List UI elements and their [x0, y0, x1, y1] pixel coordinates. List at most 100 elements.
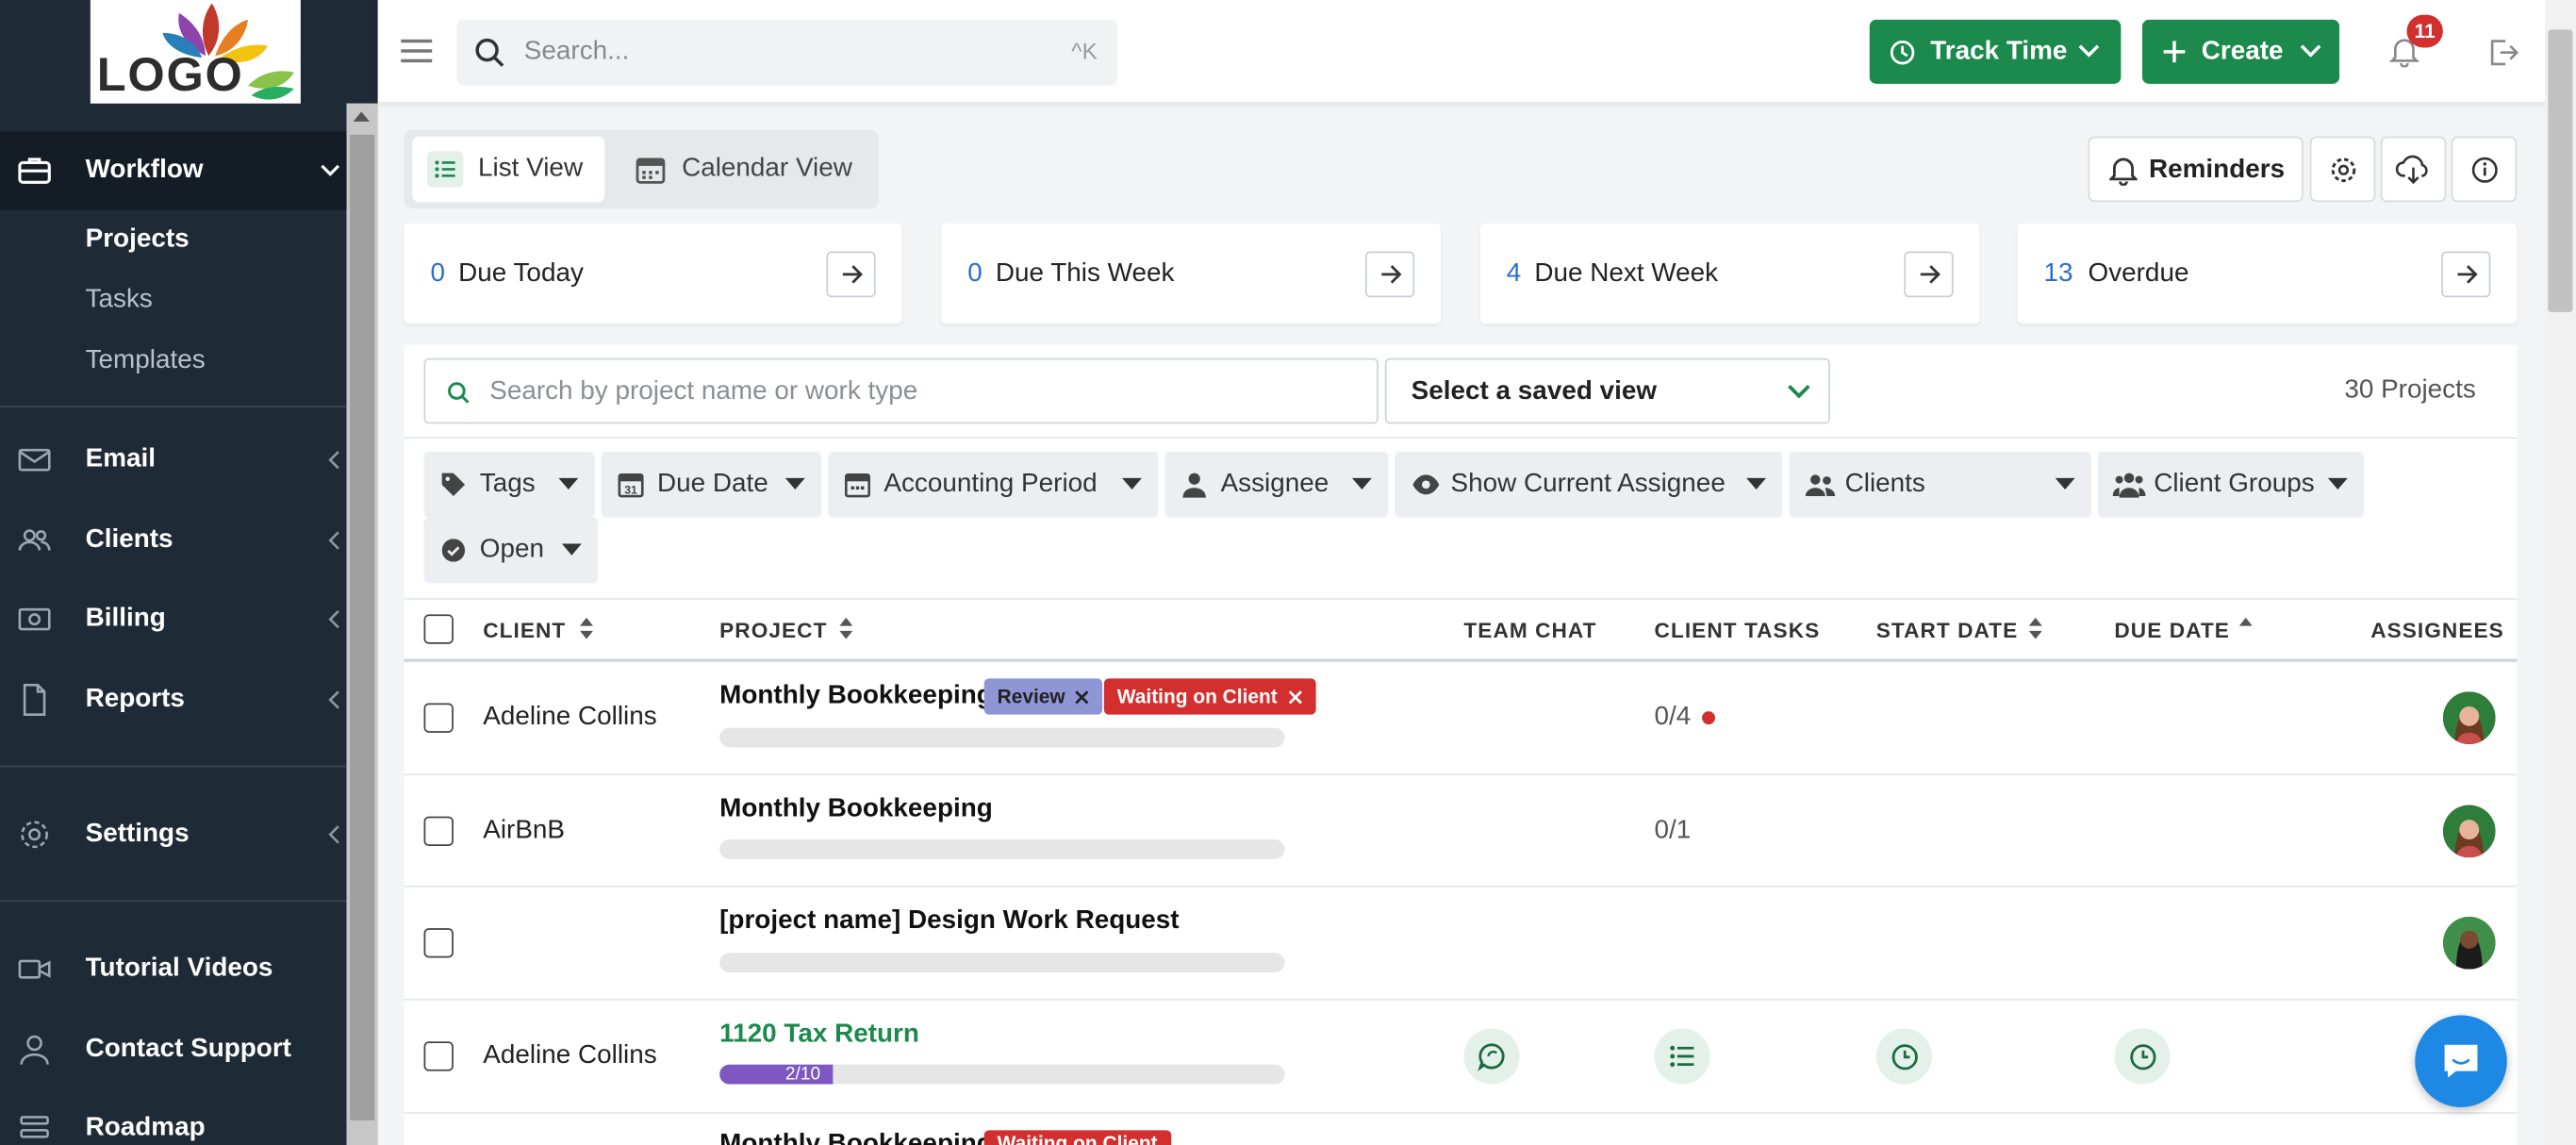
due-today-card[interactable]: 0 Due Today [404, 223, 902, 324]
saved-view-select[interactable]: Select a saved view [1384, 357, 1830, 424]
create-button[interactable]: Create [2142, 19, 2340, 84]
arrow-right-icon[interactable] [826, 251, 876, 298]
column-header-start-date[interactable]: START DATE [1876, 618, 2019, 642]
tag-icon [440, 472, 467, 498]
chevron-down-icon [2300, 44, 2321, 59]
clock-icon [1891, 1042, 1919, 1070]
column-header-project[interactable]: PROJECT [719, 618, 827, 642]
client-tasks-count[interactable]: 0/4 [1655, 703, 1692, 732]
sidebar-item-contact-support[interactable]: Contact Support [0, 1010, 347, 1089]
row-checkbox[interactable] [423, 816, 454, 847]
team-chat-button[interactable] [1463, 1028, 1520, 1085]
list-icon [1669, 1045, 1695, 1068]
assignee-filter[interactable]: Assignee [1164, 451, 1389, 518]
sidebar-item-clients[interactable]: Clients [0, 501, 347, 580]
calendar-view-label: Calendar View [682, 154, 852, 183]
sidebar-item-label: Tutorial Videos [85, 954, 273, 983]
accounting-period-filter[interactable]: Accounting Period [828, 451, 1159, 518]
avatar[interactable] [2442, 691, 2496, 745]
tag-waiting-on-client: Waiting on Client [983, 1130, 1171, 1145]
arrow-right-icon[interactable] [1364, 251, 1415, 298]
caret-down-icon [2055, 477, 2075, 490]
sidebar-item-workflow[interactable]: Workflow [0, 131, 347, 210]
row-project-name[interactable]: 1120 Tax Return [719, 1021, 919, 1050]
sidebar-item-reports[interactable]: Reports [0, 660, 347, 739]
overdue-card[interactable]: 13 Overdue [2017, 223, 2518, 324]
calendar-icon [845, 472, 871, 498]
row-project-name[interactable]: Monthly Bookkeeping [719, 1130, 993, 1145]
row-client[interactable]: Adeline Collins [483, 703, 656, 732]
start-date-button[interactable] [1875, 1028, 1932, 1085]
list-view-tab[interactable]: List View [412, 136, 605, 203]
sort-icon[interactable] [839, 617, 853, 639]
logo[interactable]: LOGO [90, 0, 301, 104]
column-header-due-date[interactable]: DUE DATE [2114, 618, 2229, 642]
search-input[interactable]: Search... [524, 38, 630, 67]
close-icon[interactable] [1075, 689, 1090, 705]
select-all-checkbox[interactable] [423, 614, 454, 644]
gear-icon [18, 818, 51, 851]
calendar-view-tab[interactable]: Calendar View [619, 137, 866, 203]
sidebar-scrollbar-thumb[interactable] [350, 134, 375, 1120]
chat-launcher-button[interactable] [2415, 1015, 2507, 1107]
avatar[interactable] [2442, 916, 2496, 970]
sidebar-item-tutorial-videos[interactable]: Tutorial Videos [0, 930, 347, 1009]
sidebar-item-label: Workflow [85, 156, 204, 185]
due-this-week-card[interactable]: 0 Due This Week [941, 223, 1442, 324]
clients-filter[interactable]: Clients [1789, 451, 2092, 518]
sidebar-item-roadmap[interactable]: Roadmap [0, 1089, 347, 1145]
reminders-button[interactable]: Reminders [2088, 136, 2304, 203]
page-scrollbar-thumb[interactable] [2548, 29, 2573, 312]
row-client[interactable]: AirBnB [483, 817, 565, 846]
status-filter[interactable]: Open [423, 517, 599, 584]
tags-filter[interactable]: Tags [423, 451, 595, 518]
logout-icon[interactable] [2489, 38, 2519, 67]
arrow-right-icon[interactable] [2441, 251, 2491, 298]
sidebar-item-label: Contact Support [85, 1035, 291, 1063]
project-search-input[interactable]: Search by project name or work type [489, 378, 917, 407]
row-divider [404, 1112, 2518, 1114]
scroll-up-arrow-icon[interactable] [353, 111, 371, 122]
due-next-week-card[interactable]: 4 Due Next Week [1479, 223, 1980, 324]
global-search[interactable]: Search... ^K [456, 19, 1117, 86]
progress-label: 2/10 [784, 1064, 821, 1085]
row-client[interactable]: Adeline Collins [483, 1041, 656, 1070]
plus-icon [2162, 40, 2187, 64]
sidebar-subitem-tasks[interactable]: Tasks [86, 286, 153, 315]
sort-icon[interactable] [2028, 617, 2042, 639]
arrow-right-icon[interactable] [1904, 251, 1954, 298]
list-view-label: List View [478, 154, 584, 183]
sidebar-item-billing[interactable]: Billing [0, 580, 347, 659]
due-this-week-label: Due This Week [995, 259, 1175, 288]
sidebar-item-settings[interactable]: Settings [0, 795, 347, 874]
sidebar-item-email[interactable]: Email [0, 421, 347, 500]
sort-icon[interactable] [580, 617, 593, 639]
caret-down-icon [1746, 477, 1767, 490]
close-icon[interactable] [1287, 689, 1302, 705]
project-search[interactable]: Search by project name or work type [423, 357, 1379, 424]
sidebar-subitem-templates[interactable]: Templates [86, 347, 206, 376]
row-checkbox[interactable] [423, 703, 454, 733]
sort-ascending-icon[interactable] [2238, 617, 2253, 627]
track-time-button[interactable]: Track Time [1869, 19, 2122, 84]
download-button[interactable] [2380, 136, 2447, 203]
sidebar-subitem-projects[interactable]: Projects [86, 225, 190, 255]
due-date-button[interactable] [2114, 1028, 2171, 1085]
client-groups-filter[interactable]: Client Groups [2097, 451, 2365, 518]
avatar[interactable] [2442, 805, 2496, 858]
show-current-assignee-filter[interactable]: Show Current Assignee [1395, 451, 1783, 518]
info-button[interactable] [2451, 136, 2518, 203]
row-project-name[interactable]: Monthly Bookkeeping [719, 682, 993, 711]
client-tasks-button[interactable] [1654, 1028, 1710, 1085]
row-checkbox[interactable] [423, 928, 454, 958]
client-tasks-count[interactable]: 0/1 [1655, 817, 1692, 846]
row-project-name[interactable]: Monthly Bookkeeping [719, 795, 993, 824]
row-project-name[interactable]: [project name] Design Work Request [719, 906, 1179, 936]
settings-button[interactable] [2309, 136, 2376, 203]
column-header-client[interactable]: CLIENT [483, 618, 566, 642]
hamburger-menu-icon[interactable] [401, 36, 434, 65]
due-date-filter[interactable]: 31 Due Date [601, 451, 822, 518]
chevron-down-icon [1788, 384, 1810, 400]
search-icon [475, 38, 504, 67]
row-checkbox[interactable] [423, 1041, 454, 1071]
